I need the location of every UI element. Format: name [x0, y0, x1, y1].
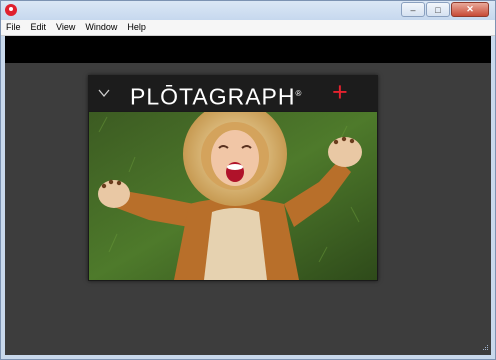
- chevron-down-icon[interactable]: [98, 87, 110, 99]
- menu-view[interactable]: View: [51, 20, 80, 35]
- app-icon[interactable]: [5, 4, 17, 16]
- registered-mark: ®: [295, 89, 303, 98]
- app-window: ‒ □ ✕ File Edit View Window Help PLŌTAGR…: [0, 0, 496, 360]
- brand-logo: PLŌTAGRAPH®: [130, 81, 302, 110]
- splash-header: PLŌTAGRAPH® +: [88, 75, 378, 111]
- menu-window[interactable]: Window: [80, 20, 122, 35]
- resize-grip-icon[interactable]: [481, 345, 489, 353]
- menu-edit[interactable]: Edit: [26, 20, 52, 35]
- menu-file[interactable]: File: [1, 20, 26, 35]
- plus-mark: +: [332, 77, 348, 107]
- menu-bar: File Edit View Window Help: [1, 20, 495, 36]
- brand-name: PLŌTAGRAPH: [130, 83, 296, 110]
- splash-photo: [89, 112, 377, 280]
- menu-help[interactable]: Help: [122, 20, 151, 35]
- splash-card: PLŌTAGRAPH® +: [88, 75, 378, 281]
- window-controls: ‒ □ ✕: [401, 2, 489, 17]
- title-bar[interactable]: ‒ □ ✕: [1, 1, 495, 20]
- close-button[interactable]: ✕: [451, 2, 489, 17]
- maximize-button[interactable]: □: [426, 2, 450, 17]
- toolbar: [5, 36, 491, 63]
- minimize-button[interactable]: ‒: [401, 2, 425, 17]
